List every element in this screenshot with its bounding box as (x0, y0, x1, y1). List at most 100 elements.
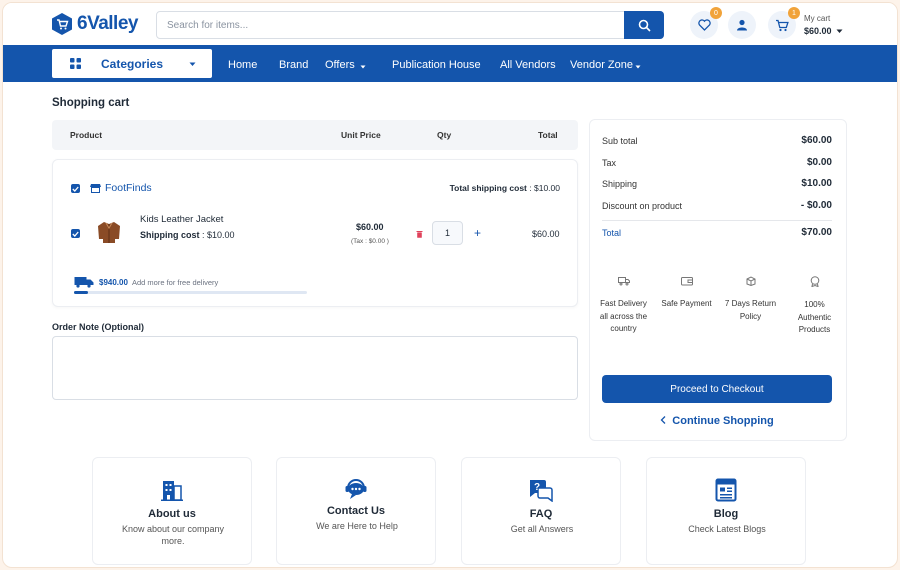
item-select-checkbox[interactable] (71, 229, 80, 238)
shop-select-checkbox[interactable] (71, 184, 80, 193)
truck-icon (617, 277, 630, 286)
quantity-input[interactable]: 1 (432, 221, 463, 245)
summary-row-discount: Discount on product - $0.00 (602, 200, 832, 211)
nav-home[interactable]: Home (228, 59, 257, 71)
building-icon (161, 481, 183, 501)
total-shipping-value: : $10.00 (529, 183, 560, 193)
info-card-title: About us (148, 508, 196, 520)
unit-price: $60.00 (356, 222, 384, 232)
chat-support-icon (345, 479, 367, 499)
my-cart-summary[interactable]: My cart $60.00 (804, 13, 843, 37)
item-shipping: Shipping cost : $10.00 (140, 230, 235, 240)
info-card-about-us[interactable]: About us Know about our company more. (92, 457, 252, 565)
summary-label: Discount on product (602, 201, 683, 211)
search-input[interactable] (157, 12, 617, 38)
summary-label: Sub total (602, 136, 638, 146)
authentic-badge-icon (810, 276, 819, 287)
info-card-title: Contact Us (326, 505, 386, 517)
page-title: Shopping cart (52, 97, 130, 109)
page-frame: 6Valley 0 (2, 2, 898, 568)
cart-icon (776, 19, 789, 31)
increase-qty-button[interactable]: + (474, 226, 481, 240)
account-button[interactable] (728, 11, 756, 39)
summary-label: Tax (602, 158, 617, 168)
proceed-to-checkout-button[interactable]: Proceed to Checkout (602, 375, 832, 403)
wishlist-count-badge: 0 (710, 7, 722, 19)
info-card-title: FAQ (529, 508, 553, 520)
search-icon (638, 19, 651, 32)
summary-label: Shipping (602, 179, 638, 189)
my-cart-label: My cart (804, 14, 831, 23)
info-card-contact-us[interactable]: Contact Us We are Here to Help (276, 457, 436, 565)
cart-count-badge: 1 (788, 7, 800, 19)
nav-publication-house[interactable]: Publication House (392, 59, 481, 71)
summary-total-value: $70.00 (801, 227, 832, 238)
info-card-subtitle: Check Latest Blogs (688, 524, 766, 534)
item-shipping-label: Shipping cost (140, 230, 200, 240)
search-button[interactable] (624, 11, 664, 39)
continue-shopping-link[interactable]: Continue Shopping (602, 415, 832, 427)
chevron-down-icon (189, 62, 196, 66)
check-icon (72, 231, 79, 237)
product-thumbnail[interactable] (96, 219, 122, 245)
wishlist-button[interactable]: 0 (690, 7, 722, 39)
feature-return-policy: 7 Days Return Policy (723, 276, 778, 323)
nav-vendor-zone[interactable]: Vendor Zone (570, 59, 633, 71)
feature-label: Safe Payment (661, 299, 712, 308)
cart-button[interactable]: 1 (768, 7, 800, 39)
feature-safe-payment: Safe Payment (659, 276, 714, 311)
column-header-total: Total (538, 130, 558, 140)
product-name[interactable]: Kids Leather Jacket (140, 214, 223, 225)
wallet-icon (680, 277, 693, 286)
summary-value: $0.00 (806, 157, 832, 168)
faq-icon: ? (530, 480, 553, 502)
logo-text: 6Valley (77, 13, 138, 34)
info-card-title: Blog (713, 508, 739, 520)
tax-note: (Tax : $0.00 ) (351, 238, 389, 245)
free-delivery-truck-icon (74, 277, 94, 288)
column-header-qty: Qty (437, 130, 452, 140)
categories-dropdown[interactable]: Categories (52, 49, 212, 78)
nav-brand[interactable]: Brand (279, 59, 308, 71)
user-icon (737, 19, 747, 31)
trash-icon[interactable] (416, 230, 423, 238)
summary-value: $10.00 (801, 178, 832, 189)
info-card-faq[interactable]: ? FAQ Get all Answers (461, 457, 621, 565)
column-header-unit-price: Unit Price (341, 130, 381, 140)
chevron-down-icon (836, 29, 843, 33)
info-card-blog[interactable]: Blog Check Latest Blogs (646, 457, 806, 565)
svg-text:?: ? (534, 482, 540, 493)
grid-icon (70, 58, 81, 69)
logo-cart-icon (52, 13, 72, 35)
free-delivery-progress (74, 291, 307, 294)
chevron-left-icon (660, 416, 666, 424)
order-note-label: Order Note (Optional) (52, 322, 144, 332)
summary-row-total: Total $70.00 (602, 227, 832, 238)
shop-cart-group: FootFinds Total shipping cost : $10.00 K… (52, 159, 578, 307)
my-cart-total: $60.00 (804, 26, 832, 36)
categories-label: Categories (101, 57, 164, 71)
top-header: 6Valley 0 (3, 3, 897, 45)
feature-fast-delivery: Fast Delivery all across the country (596, 276, 651, 336)
total-shipping-label: Total shipping cost (449, 183, 527, 193)
nav-all-vendors[interactable]: All Vendors (500, 59, 556, 71)
summary-row-subtotal: Sub total $60.00 (602, 135, 832, 146)
main-nav: Categories Home Brand Offers Publication… (3, 45, 897, 82)
return-box-icon (746, 276, 755, 286)
cart-table-header: Product Unit Price Qty Total (52, 120, 578, 150)
feature-label: 100% Authentic Products (797, 300, 832, 334)
summary-value: $60.00 (801, 135, 832, 146)
info-card-subtitle: We are Here to Help (316, 521, 398, 531)
column-header-product: Product (70, 130, 103, 140)
summary-row-shipping: Shipping $10.00 (602, 178, 832, 189)
shop-name-link[interactable]: FootFinds (105, 182, 152, 194)
feature-authentic-products: 100% Authentic Products (787, 276, 842, 337)
free-delivery-amount: $940.00 (99, 278, 128, 287)
summary-row-tax: Tax $0.00 (602, 157, 832, 168)
total-shipping: Total shipping cost : $10.00 (450, 183, 560, 193)
info-card-subtitle: Know about our company more. (121, 524, 225, 546)
check-icon (72, 186, 79, 192)
order-note-textarea[interactable] (52, 336, 578, 400)
site-logo[interactable]: 6Valley (51, 12, 138, 36)
nav-offers[interactable]: Offers (325, 59, 355, 71)
